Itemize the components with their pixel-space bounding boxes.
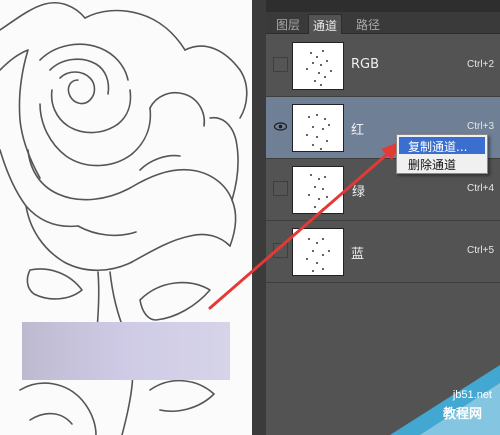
watermark-site: jb51.net	[452, 389, 492, 401]
menu-item-duplicate-channel[interactable]: 复制通道...	[399, 137, 485, 154]
context-menu: 复制通道... 删除通道	[396, 134, 488, 174]
screenshot: 图层 通道 路径 RGB Ctrl+2 红 Ctrl+3 绿 Ctrl+4 蓝 …	[0, 0, 500, 435]
watermark-label: 教程网	[442, 407, 482, 422]
watermark: jb51.net 教程网	[350, 355, 500, 435]
menu-item-delete-channel[interactable]: 删除通道	[399, 155, 485, 172]
